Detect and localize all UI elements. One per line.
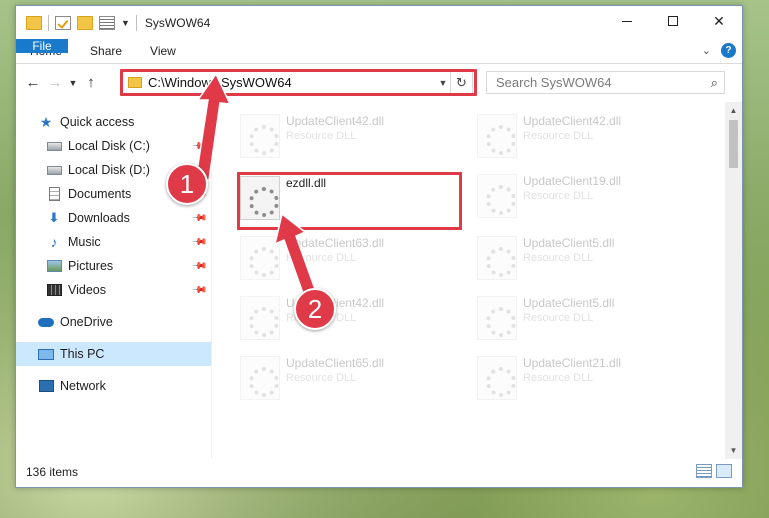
step-badge-2: 2 xyxy=(294,288,336,330)
arrow-to-address-bar xyxy=(195,72,232,181)
step-badge-1: 1 xyxy=(166,163,208,205)
arrow-to-file xyxy=(273,212,317,297)
annotation-arrows xyxy=(195,72,317,297)
